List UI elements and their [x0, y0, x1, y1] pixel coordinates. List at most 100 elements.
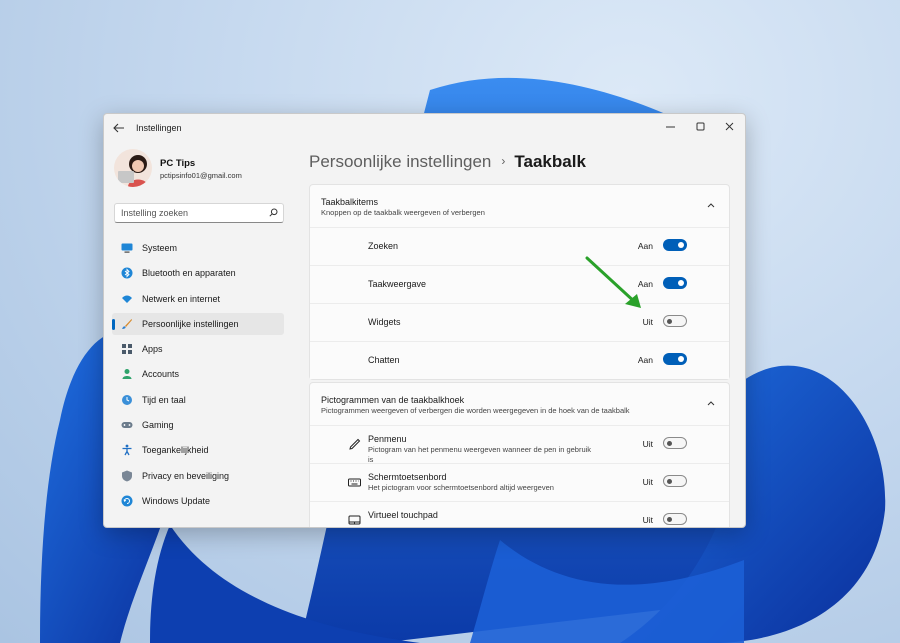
brush-icon	[122, 318, 132, 329]
page-title: Taakbalk	[514, 152, 586, 171]
keyboard-icon	[348, 478, 361, 487]
sidebar-item-label: Systeem	[142, 243, 178, 253]
back-arrow-icon[interactable]	[112, 121, 126, 135]
taakweergave-toggle[interactable]	[663, 277, 687, 289]
avatar-image	[114, 149, 152, 187]
setting-description: Het pictogram voor schermtoetsenbord alt…	[368, 483, 554, 492]
update-icon	[121, 495, 133, 507]
maximize-icon	[696, 122, 705, 131]
setting-label: Widgets	[368, 317, 401, 327]
chevron-up-icon[interactable]	[707, 202, 715, 208]
profile-name: PC Tips	[160, 158, 196, 169]
close-icon	[725, 122, 734, 131]
corner-icons-header[interactable]: Pictogrammen van de taakbalkhoek Pictogr…	[310, 383, 729, 425]
corner-icons-section: Pictogrammen van de taakbalkhoek Pictogr…	[309, 382, 730, 527]
annotation-arrow-icon	[585, 256, 641, 308]
avatar[interactable]	[114, 149, 152, 187]
setting-row-schermtoetsenbord: Schermtoetsenbord Het pictogram voor sch…	[310, 463, 729, 501]
sidebar-nav: Systeem Bluetooth en apparaten Netwerk e…	[112, 237, 284, 515]
minimize-button[interactable]	[656, 117, 686, 137]
section-title: Pictogrammen van de taakbalkhoek	[321, 395, 465, 405]
setting-row-chatten: Chatten Aan	[310, 341, 729, 379]
accessibility-icon	[122, 444, 132, 456]
sidebar-item-label: Apps	[142, 344, 163, 355]
breadcrumb-parent[interactable]: Persoonlijke instellingen	[309, 152, 491, 171]
sidebar-item-apps[interactable]: Apps	[112, 338, 284, 360]
section-title: Taakbalkitems	[321, 197, 379, 207]
sidebar: PC Tips pctipsinfo01@gmail.com Systeem B…	[104, 142, 294, 527]
close-button[interactable]	[715, 117, 745, 137]
apps-icon	[122, 344, 132, 355]
setting-label: Chatten	[368, 355, 400, 365]
section-subtitle: Pictogrammen weergeven of verbergen die …	[321, 406, 630, 415]
setting-row-taakweergave: Taakweergave Aan	[310, 265, 729, 303]
sidebar-item-windows-update[interactable]: Windows Update	[112, 490, 284, 512]
title-bar: Instellingen	[104, 114, 745, 142]
sidebar-item-label: Accounts	[142, 369, 180, 380]
main-content: Taakbalkitems Knoppen op de taakbalk wee…	[309, 184, 730, 527]
setting-title: Schermtoetsenbord	[368, 472, 447, 482]
schermtoetsenbord-toggle[interactable]	[663, 475, 687, 487]
search-box[interactable]	[114, 203, 284, 223]
zoeken-toggle[interactable]	[663, 239, 687, 251]
sidebar-item-label: Bluetooth en apparaten	[142, 268, 236, 279]
shield-icon	[122, 470, 132, 482]
sidebar-item-persoonlijke-instellingen[interactable]: Persoonlijke instellingen	[112, 312, 284, 335]
sidebar-item-accounts[interactable]: Accounts	[112, 363, 284, 385]
chevron-up-icon[interactable]	[707, 400, 715, 406]
toggle-state-text: Aan	[637, 241, 653, 251]
sidebar-item-netwerk[interactable]: Netwerk en internet	[112, 288, 284, 310]
sidebar-item-label: Netwerk en internet	[142, 293, 221, 304]
toggle-state-text: Uit	[642, 515, 653, 525]
breadcrumb-separator: ›	[501, 154, 506, 168]
setting-title: Penmenu	[368, 434, 407, 444]
gamepad-icon	[121, 422, 133, 429]
sidebar-item-label: Privacy en beveiliging	[142, 470, 230, 481]
taskbar-items-header[interactable]: Taakbalkitems Knoppen op de taakbalk wee…	[310, 185, 729, 227]
setting-row-widgets: Widgets Uit	[310, 303, 729, 341]
sidebar-item-gaming[interactable]: Gaming	[112, 414, 284, 436]
sidebar-item-bluetooth[interactable]: Bluetooth en apparaten	[112, 262, 284, 284]
sidebar-item-label: Gaming	[142, 420, 174, 431]
setting-label: Zoeken	[368, 241, 399, 251]
sidebar-item-toegankelijkheid[interactable]: Toegankelijkheid	[112, 439, 284, 461]
maximize-button[interactable]	[686, 117, 716, 137]
setting-description: Pictogram van het penmenu weergeven wann…	[368, 445, 592, 464]
toggle-state-text: Aan	[637, 355, 653, 365]
monitor-icon	[121, 243, 133, 253]
toggle-state-text: Uit	[642, 317, 653, 327]
wifi-icon	[122, 295, 132, 303]
sidebar-item-systeem[interactable]: Systeem	[112, 237, 284, 259]
section-subtitle: Knoppen op de taakbalk weergeven of verb…	[321, 208, 485, 217]
search-icon	[269, 208, 278, 217]
touchpad-icon	[348, 515, 361, 525]
sidebar-item-privacy[interactable]: Privacy en beveiliging	[112, 465, 284, 487]
toggle-state-text: Uit	[642, 477, 653, 487]
minimize-icon	[666, 126, 675, 128]
sidebar-item-label: Tijd en taal	[142, 394, 186, 405]
breadcrumb: Persoonlijke instellingen › Taakbalk	[309, 152, 586, 176]
chatten-toggle[interactable]	[663, 353, 687, 365]
toggle-state-text: Uit	[642, 439, 653, 449]
search-input[interactable]	[121, 206, 261, 219]
setting-label: Taakweergave	[368, 279, 427, 289]
sidebar-item-label: Persoonlijke instellingen	[142, 318, 239, 329]
sidebar-item-label: Windows Update	[142, 495, 211, 506]
penmenu-toggle[interactable]	[663, 437, 687, 449]
setting-row-virtueel-touchpad: Virtueel touchpad Uit	[310, 501, 729, 527]
profile-email: pctipsinfo01@gmail.com	[160, 171, 242, 180]
sidebar-item-tijd-en-taal[interactable]: Tijd en taal	[112, 389, 284, 411]
virtueel-touchpad-toggle[interactable]	[663, 513, 687, 525]
settings-window: Instellingen PC Tips pctipsinfo01@gmail.…	[103, 113, 746, 528]
bluetooth-icon	[121, 267, 133, 279]
globe-clock-icon	[122, 394, 132, 405]
person-icon	[122, 369, 132, 380]
pen-icon	[349, 438, 361, 450]
taskbar-items-section: Taakbalkitems Knoppen op de taakbalk wee…	[309, 184, 730, 380]
setting-row-penmenu: Penmenu Pictogram van het penmenu weerge…	[310, 425, 729, 464]
widgets-toggle[interactable]	[663, 315, 687, 327]
app-title: Instellingen	[136, 123, 182, 133]
setting-title: Virtueel touchpad	[368, 510, 438, 520]
sidebar-item-label: Toegankelijkheid	[142, 445, 209, 456]
setting-row-zoeken: Zoeken Aan	[310, 227, 729, 265]
